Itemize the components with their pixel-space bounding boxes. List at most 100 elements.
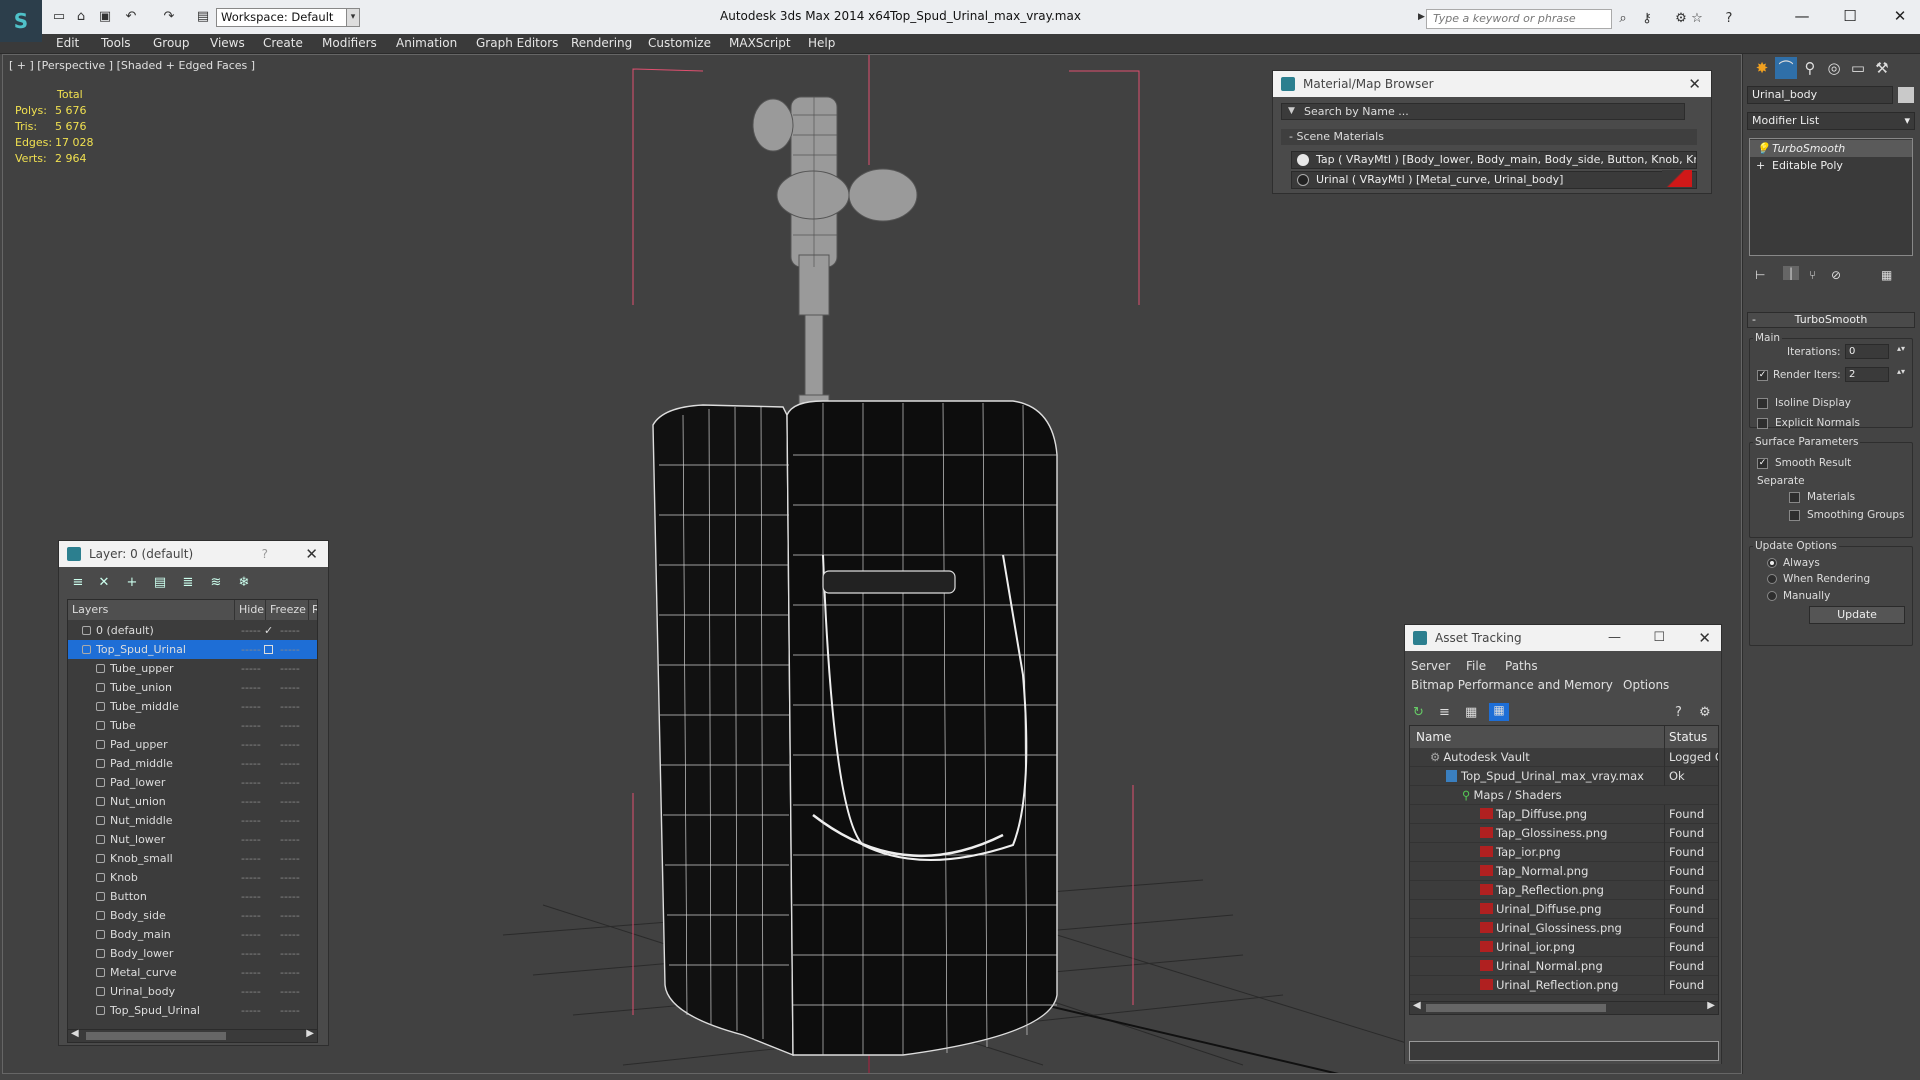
- isoline-checkbox[interactable]: [1757, 398, 1768, 409]
- col-hide[interactable]: Hide: [234, 600, 264, 620]
- new-icon[interactable]: ▭: [50, 8, 68, 26]
- asset-path-field[interactable]: [1409, 1041, 1719, 1061]
- menu-rendering[interactable]: Rendering: [571, 36, 632, 50]
- key-icon[interactable]: ⚷: [1638, 9, 1656, 29]
- menu-modifiers[interactable]: Modifiers: [322, 36, 377, 50]
- minimize-icon[interactable]: —: [1786, 4, 1818, 28]
- freeze-all-icon[interactable]: ❄: [233, 573, 255, 593]
- current-layer-icon[interactable]: [264, 645, 273, 654]
- asset-row[interactable]: Urinal_Reflection.png Found: [1410, 976, 1718, 995]
- asset-row[interactable]: Top_Spud_Urinal_max_vray.max Ok: [1410, 767, 1718, 786]
- asset-row[interactable]: Urinal_Glossiness.png Found: [1410, 919, 1718, 938]
- spinner-arrows-icon[interactable]: ▴▾: [1897, 344, 1905, 353]
- hide-toggle[interactable]: -----: [241, 659, 261, 678]
- menu-server[interactable]: Server: [1411, 659, 1450, 673]
- layer-row[interactable]: Urinal_body ----- -----: [68, 982, 317, 1001]
- asset-row[interactable]: Urinal_ior.png Found: [1410, 938, 1718, 957]
- layer-row[interactable]: Top_Spud_Urinal ----- -----: [68, 1001, 317, 1020]
- menu-paths[interactable]: Paths: [1505, 659, 1538, 673]
- menu-animation[interactable]: Animation: [396, 36, 457, 50]
- menu-help[interactable]: Help: [808, 36, 835, 50]
- hide-toggle[interactable]: -----: [241, 811, 261, 830]
- render-iters-checkbox[interactable]: ✓: [1757, 370, 1768, 381]
- collapse-icon[interactable]: -: [1752, 313, 1756, 327]
- motion-tab-icon[interactable]: ◎: [1823, 57, 1845, 79]
- pin-stack-icon[interactable]: ⊢: [1755, 268, 1765, 282]
- close-icon[interactable]: ✕: [1884, 4, 1916, 28]
- manually-radio[interactable]: [1767, 591, 1777, 601]
- menu-tools[interactable]: Tools: [101, 36, 131, 50]
- undo-icon[interactable]: ↶: [122, 8, 140, 26]
- layer-row[interactable]: Tube ----- -----: [68, 716, 317, 735]
- col-status[interactable]: Status: [1664, 726, 1707, 748]
- hide-toggle[interactable]: -----: [241, 640, 261, 659]
- layer-hscrollbar[interactable]: ◀ ▶: [67, 1028, 318, 1043]
- open-icon[interactable]: ⌂: [72, 8, 90, 26]
- freeze-toggle[interactable]: -----: [280, 830, 300, 849]
- make-unique-icon[interactable]: ⑂: [1809, 268, 1816, 282]
- menu-group[interactable]: Group: [153, 36, 190, 50]
- layer-row[interactable]: Tube_union ----- -----: [68, 678, 317, 697]
- turbosmooth-rollout-header[interactable]: - TurboSmooth: [1747, 312, 1915, 328]
- list-view-icon[interactable]: ≡: [1439, 705, 1450, 720]
- expand-icon[interactable]: +: [1756, 157, 1765, 174]
- hide-toggle[interactable]: -----: [241, 887, 261, 906]
- delete-layer-icon[interactable]: ✕: [93, 573, 115, 593]
- col-name[interactable]: Name: [1416, 726, 1451, 748]
- help-icon[interactable]: ?: [1720, 9, 1738, 29]
- freeze-toggle[interactable]: -----: [280, 773, 300, 792]
- hide-toggle[interactable]: -----: [241, 735, 261, 754]
- menu-maxscript[interactable]: MAXScript: [729, 36, 791, 50]
- layer-row[interactable]: Nut_union ----- -----: [68, 792, 317, 811]
- modifier-stack[interactable]: 💡 TurboSmooth + Editable Poly: [1749, 138, 1913, 256]
- layer-row[interactable]: Knob_small ----- -----: [68, 849, 317, 868]
- hierarchy-tab-icon[interactable]: ⚲: [1799, 57, 1821, 79]
- scene-materials-header[interactable]: - Scene Materials: [1281, 129, 1697, 145]
- asset-list[interactable]: Name Status ⚙ Autodesk Vault Logged O Top_S…: [1409, 725, 1719, 1015]
- freeze-toggle[interactable]: -----: [280, 982, 300, 1001]
- modifier-list-dropdown[interactable]: Modifier List ▾: [1747, 112, 1915, 130]
- layer-row[interactable]: Metal_curve ----- -----: [68, 963, 317, 982]
- workspace-dropdown[interactable]: Workspace: Default ▾: [216, 8, 358, 27]
- scroll-left-icon[interactable]: ◀: [1413, 1000, 1421, 1011]
- freeze-toggle[interactable]: -----: [280, 963, 300, 982]
- redo-icon[interactable]: ↷: [160, 8, 178, 26]
- explicit-normals-checkbox[interactable]: [1757, 418, 1768, 429]
- tree-view-icon[interactable]: ▦: [1465, 705, 1477, 720]
- close-icon[interactable]: ✕: [1688, 71, 1701, 97]
- material-item-tap[interactable]: Tap ( VRayMtl ) [Body_lower, Body_main, …: [1291, 151, 1697, 169]
- refresh-icon[interactable]: ↻: [1413, 705, 1424, 720]
- table-view-icon[interactable]: ▦: [1489, 703, 1509, 721]
- asset-row[interactable]: Tap_Diffuse.png Found: [1410, 805, 1718, 824]
- material-browser-titlebar[interactable]: Material/Map Browser ✕: [1273, 71, 1711, 97]
- asset-row[interactable]: Urinal_Normal.png Found: [1410, 957, 1718, 976]
- layer-row[interactable]: 0 (default) ✓ ----- -----: [68, 621, 317, 640]
- col-freeze[interactable]: Freeze: [265, 600, 306, 620]
- close-icon[interactable]: ✕: [305, 541, 318, 567]
- col-layers[interactable]: Layers: [72, 600, 108, 620]
- freeze-toggle[interactable]: -----: [280, 849, 300, 868]
- remove-modifier-icon[interactable]: ⊘: [1831, 268, 1841, 282]
- freeze-toggle[interactable]: -----: [280, 659, 300, 678]
- hide-toggle[interactable]: -----: [241, 754, 261, 773]
- hold-icon[interactable]: ▤: [194, 8, 212, 26]
- asset-row[interactable]: Tap_Reflection.png Found: [1410, 881, 1718, 900]
- layer-row[interactable]: Nut_middle ----- -----: [68, 811, 317, 830]
- scroll-right-icon[interactable]: ▶: [1707, 1000, 1715, 1011]
- iterations-spinner[interactable]: 0: [1845, 344, 1889, 359]
- asset-row[interactable]: ⚲ Maps / Shaders: [1410, 786, 1718, 805]
- hide-toggle[interactable]: -----: [241, 621, 261, 640]
- save-icon[interactable]: ▣: [96, 8, 114, 26]
- layer-dialog-titlebar[interactable]: Layer: 0 (default) ? ✕: [59, 541, 328, 567]
- asset-row[interactable]: Tap_Glossiness.png Found: [1410, 824, 1718, 843]
- always-radio[interactable]: [1767, 558, 1777, 568]
- layer-row[interactable]: Body_lower ----- -----: [68, 944, 317, 963]
- favorites-icon[interactable]: ☆: [1688, 9, 1706, 29]
- configure-sets-icon[interactable]: ▦: [1881, 268, 1892, 282]
- hide-toggle[interactable]: -----: [241, 963, 261, 982]
- layer-row[interactable]: Tube_upper ----- -----: [68, 659, 317, 678]
- freeze-toggle[interactable]: -----: [280, 792, 300, 811]
- bulb-icon[interactable]: 💡: [1756, 140, 1770, 157]
- hide-toggle[interactable]: -----: [241, 716, 261, 735]
- hide-toggle[interactable]: -----: [241, 830, 261, 849]
